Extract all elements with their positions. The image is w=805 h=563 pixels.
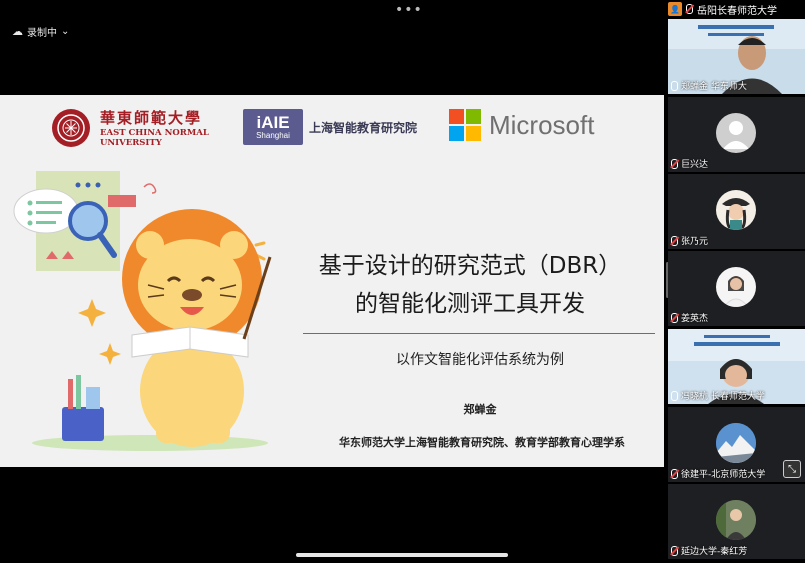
title-divider: [303, 333, 655, 334]
participant-name: 岳阳长春师范大学: [697, 5, 777, 17]
mic-muted-icon: [671, 545, 678, 556]
participant-name: 郑蝉金 华东师大: [681, 82, 747, 92]
participant-name: 姜英杰: [681, 314, 709, 324]
participant-tile[interactable]: 徐建平-北京师范大学 ⤡: [668, 407, 805, 482]
shared-slide: 華東師範大學 EAST CHINA NORMAL UNIVERSITY iAIE…: [0, 95, 664, 467]
microsoft-windows-icon: [449, 109, 481, 141]
participant-name: 张乃元: [681, 237, 709, 247]
mic-icon: [671, 80, 678, 91]
more-dots-icon[interactable]: •••: [395, 2, 423, 18]
home-indicator[interactable]: [296, 553, 508, 557]
avatar: [716, 190, 756, 230]
microsoft-logo: Microsoft: [449, 109, 594, 141]
avatar: [716, 267, 756, 307]
participant-name: 延边大学-秦红芳: [681, 547, 748, 557]
mic-muted-icon: [686, 4, 693, 14]
participant-name: 徐建平-北京师范大学: [681, 470, 766, 480]
recording-label: 录制中: [27, 28, 57, 39]
mic-muted-icon: [671, 312, 678, 323]
avatar: [716, 423, 756, 463]
participant-tile[interactable]: 巨兴达: [668, 97, 805, 172]
iaie-institute-name: 上海智能教育研究院: [309, 120, 418, 135]
person-icon: 👤: [668, 2, 682, 16]
lion-illustration: [13, 171, 272, 451]
slide-title: 基于设计的研究范式（DBR） 的智能化测评工具开发: [290, 247, 650, 323]
slide-author: 郑蝉金: [463, 403, 497, 416]
participants-panel: 👤 岳阳长春师范大学 郑蝉金 华东师大 巨兴达 张乃元 姜英杰 冯晓杭 长春师范…: [668, 0, 805, 563]
slide-subtitle: 以作文智能化评估系统为例: [396, 352, 564, 368]
exit-fullscreen-icon[interactable]: ⤡: [783, 460, 801, 478]
mic-muted-icon: [671, 468, 678, 479]
microsoft-wordmark: Microsoft: [489, 109, 595, 140]
default-avatar-icon: [716, 113, 756, 153]
participant-name: 巨兴达: [681, 160, 709, 170]
participant-tile[interactable]: 延边大学-秦红芳: [668, 484, 805, 559]
avatar: [716, 500, 756, 540]
participant-tile[interactable]: 姜英杰: [668, 251, 805, 326]
chevron-down-icon: ⌄: [61, 26, 70, 37]
participant-name: 冯晓杭 长春师范大学: [681, 392, 765, 402]
participant-tile-active[interactable]: 冯晓杭 长春师范大学: [668, 329, 805, 404]
mic-muted-icon: [671, 235, 678, 246]
slide-affiliation: 华东师范大学上海智能教育研究院、教育学部教育心理学系: [339, 436, 625, 449]
participant-tile[interactable]: 张乃元: [668, 174, 805, 249]
mic-icon: [671, 390, 678, 401]
slide-title-line-2: 的智能化测评工具开发: [355, 291, 585, 317]
recording-indicator[interactable]: ☁ 录制中 ⌄: [12, 24, 69, 39]
participant-top-label[interactable]: 👤 岳阳长春师范大学: [668, 0, 805, 18]
slide-title-line-1: 基于设计的研究范式（DBR）: [318, 253, 622, 279]
participant-tile[interactable]: 郑蝉金 华东师大: [668, 19, 805, 94]
cloud-record-icon: ☁: [12, 25, 23, 38]
mic-muted-icon: [671, 158, 678, 169]
